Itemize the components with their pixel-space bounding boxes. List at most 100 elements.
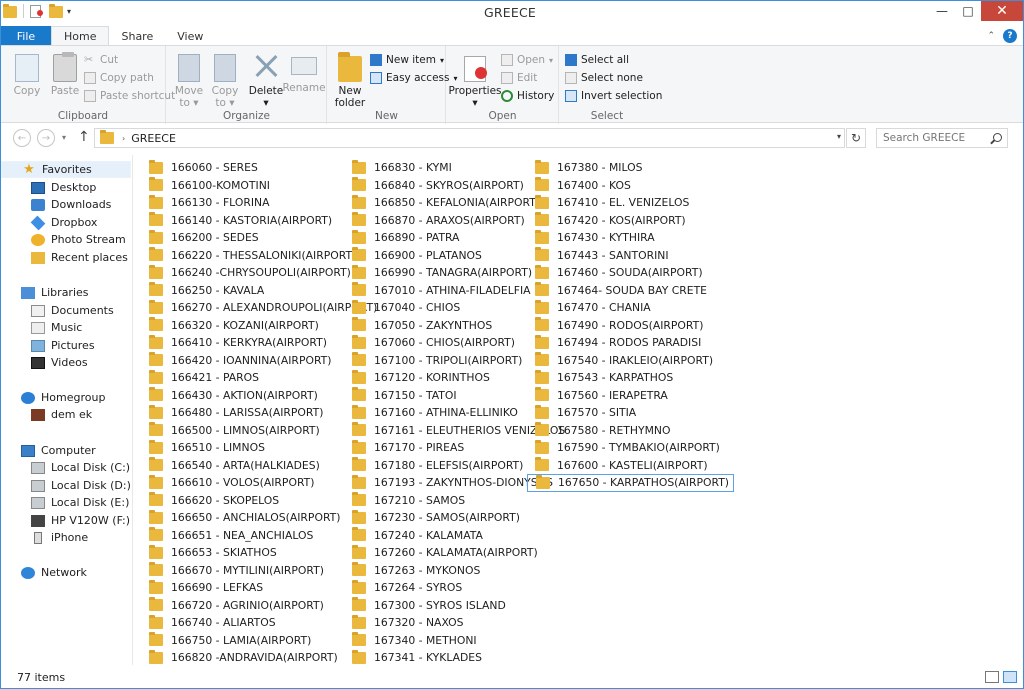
folder-item[interactable]: 167600 - KASTELI(AIRPORT) xyxy=(527,457,734,475)
new-item-button[interactable]: New item ▾ xyxy=(370,52,444,68)
nav-desktop[interactable]: Desktop xyxy=(1,179,131,196)
nav-music[interactable]: Music xyxy=(1,319,131,336)
folder-icon xyxy=(352,194,366,209)
tab-file[interactable]: File xyxy=(1,26,51,46)
help-icon[interactable]: ? xyxy=(1003,29,1017,43)
close-button[interactable]: ✕ xyxy=(981,1,1023,21)
refresh-button[interactable]: ↻ xyxy=(846,128,866,148)
folder-item[interactable]: 167490 - RODOS(AIRPORT) xyxy=(527,317,734,335)
folder-item[interactable]: 167340 - METHONI xyxy=(344,632,569,650)
tab-view[interactable]: View xyxy=(165,26,215,46)
nav-local-disk-d[interactable]: Local Disk (D:) xyxy=(1,477,131,494)
folder-item[interactable]: 167263 - MYKONOS xyxy=(344,562,569,580)
rename-button[interactable]: Rename xyxy=(282,50,326,94)
folder-item[interactable]: 167590 - TYMBAKIO(AIRPORT) xyxy=(527,439,734,457)
copy-to-button[interactable]: Copy to ▾ xyxy=(209,50,241,109)
folder-item[interactable]: 167410 - EL. VENIZELOS xyxy=(527,194,734,212)
folder-item[interactable]: 167460 - SOUDA(AIRPORT) xyxy=(527,264,734,282)
details-view-icon[interactable] xyxy=(985,671,999,683)
folder-item[interactable]: 167443 - SANTORINI xyxy=(527,247,734,265)
nav-libraries[interactable]: Libraries xyxy=(1,284,131,301)
select-all-button[interactable]: Select all xyxy=(565,52,629,68)
folder-item[interactable]: 167240 - KALAMATA xyxy=(344,527,569,545)
new-folder-button[interactable]: New folder xyxy=(332,50,368,109)
invert-selection-button[interactable]: Invert selection xyxy=(565,88,662,104)
nav-photo-stream[interactable]: Photo Stream xyxy=(1,231,131,248)
nav-local-disk-e[interactable]: Local Disk (E:) xyxy=(1,494,131,511)
tab-home[interactable]: Home xyxy=(51,26,110,46)
folder-item[interactable]: 167380 - MILOS xyxy=(527,159,734,177)
breadcrumb-item[interactable]: GREECE xyxy=(131,132,176,145)
nav-recent-places[interactable]: Recent places xyxy=(1,249,131,266)
tab-share[interactable]: Share xyxy=(109,26,165,46)
nav-videos[interactable]: Videos xyxy=(1,354,131,371)
history-button[interactable]: History xyxy=(501,88,554,104)
folder-item[interactable]: 167543 - KARPATHOS xyxy=(527,369,734,387)
folder-item[interactable]: 167494 - RODOS PARADISI xyxy=(527,334,734,352)
folder-item[interactable]: 167210 - SAMOS xyxy=(344,492,569,510)
nav-iphone[interactable]: iPhone xyxy=(1,529,131,546)
nav-local-disk-c[interactable]: Local Disk (C:) xyxy=(1,459,131,476)
select-none-button[interactable]: Select none xyxy=(565,70,643,86)
folder-item[interactable]: 167341 - KYKLADES xyxy=(344,649,569,667)
nav-dropbox[interactable]: Dropbox xyxy=(1,214,131,231)
nav-favorites[interactable]: ★ Favorites xyxy=(1,161,131,178)
properties-button[interactable]: Properties ▾ xyxy=(448,50,502,109)
folder-item[interactable]: 167430 - KYTHIRA xyxy=(527,229,734,247)
folder-name: 167460 - SOUDA(AIRPORT) xyxy=(557,266,703,280)
large-icons-view-icon[interactable] xyxy=(1003,671,1017,683)
folder-item[interactable]: 167580 - RETHYMNO xyxy=(527,422,734,440)
minimize-button[interactable]: — xyxy=(929,1,955,21)
nav-label: Local Disk (C:) xyxy=(51,461,131,474)
copy-path-button[interactable]: Copy path xyxy=(84,70,154,86)
folder-item[interactable]: 167420 - KOS(AIRPORT) xyxy=(527,212,734,230)
edit-button[interactable]: Edit xyxy=(501,70,537,86)
folder-item[interactable]: 167650 - KARPATHOS(AIRPORT) xyxy=(527,474,735,492)
folder-item[interactable]: 167400 - KOS xyxy=(527,177,734,195)
copy-button[interactable]: Copy xyxy=(9,50,45,97)
address-dropdown-icon[interactable]: ▾ xyxy=(837,132,841,141)
folder-item[interactable]: 167560 - IERAPETRA xyxy=(527,387,734,405)
select-all-icon xyxy=(565,54,577,66)
search-icon[interactable] xyxy=(993,133,1002,142)
nav-hp-v120w[interactable]: HP V120W (F:) xyxy=(1,512,131,529)
folder-item[interactable]: 167230 - SAMOS(AIRPORT) xyxy=(344,509,569,527)
properties-dropdown-icon[interactable]: ▾ xyxy=(472,97,477,109)
nav-computer[interactable]: Computer xyxy=(1,442,131,459)
paste-shortcut-button[interactable]: Paste shortcut xyxy=(84,88,175,104)
forward-button[interactable]: → xyxy=(37,129,55,147)
folder-item[interactable]: 167570 - SITIA xyxy=(527,404,734,422)
nav-dem-ek[interactable]: dem ek xyxy=(1,406,131,423)
nav-documents[interactable]: Documents xyxy=(1,302,131,319)
nav-homegroup[interactable]: Homegroup xyxy=(1,389,131,406)
delete-dropdown-icon[interactable]: ▾ xyxy=(263,97,268,109)
up-button[interactable]: ↑ xyxy=(78,129,90,145)
folder-item[interactable]: 167540 - IRAKLEIO(AIRPORT) xyxy=(527,352,734,370)
nav-pictures[interactable]: Pictures xyxy=(1,337,131,354)
folder-item[interactable]: 167264 - SYROS xyxy=(344,579,569,597)
folder-item[interactable]: 167260 - KALAMATA(AIRPORT) xyxy=(344,544,569,562)
open-button[interactable]: Open ▾ xyxy=(501,52,553,68)
breadcrumb-separator-icon[interactable]: › xyxy=(122,134,125,143)
edit-icon xyxy=(501,72,513,84)
folder-item[interactable]: 167464- SOUDA BAY CRETE xyxy=(527,282,734,300)
move-to-icon xyxy=(178,54,200,82)
search-input[interactable] xyxy=(883,132,989,144)
folder-item[interactable]: 167300 - SYROS ISLAND xyxy=(344,597,569,615)
easy-access-button[interactable]: Easy access ▾ xyxy=(370,70,458,86)
collapse-ribbon-icon[interactable]: ⌃ xyxy=(987,31,995,41)
nav-network[interactable]: Network xyxy=(1,564,131,581)
paste-button[interactable]: Paste xyxy=(47,50,83,97)
move-to-button[interactable]: Move to ▾ xyxy=(173,50,205,109)
recent-locations-icon[interactable]: ▾ xyxy=(62,133,66,142)
address-bar[interactable]: › GREECE ▾ xyxy=(94,128,845,148)
folder-name: 166420 - IOANNINA(AIRPORT) xyxy=(171,353,332,367)
folder-item[interactable]: 167470 - CHANIA xyxy=(527,299,734,317)
maximize-button[interactable]: □ xyxy=(955,1,981,21)
back-button[interactable]: ← xyxy=(13,129,31,147)
search-box[interactable] xyxy=(876,128,1008,148)
nav-downloads[interactable]: Downloads xyxy=(1,196,131,213)
delete-button[interactable]: Delete ▾ xyxy=(249,50,284,109)
folder-item[interactable]: 167320 - NAXOS xyxy=(344,614,569,632)
cut-button[interactable]: ✂ Cut xyxy=(84,52,118,68)
